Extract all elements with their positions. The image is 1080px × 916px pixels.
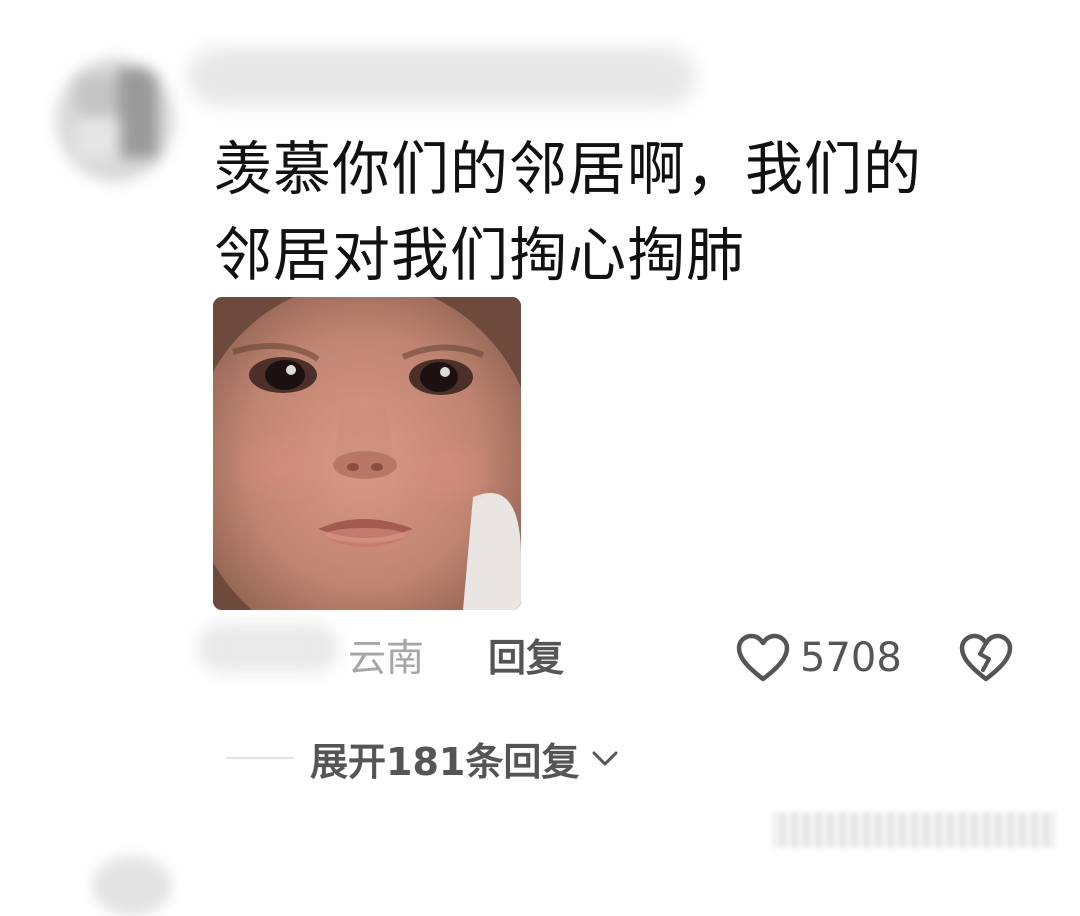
like-button[interactable]: 5708: [736, 628, 902, 688]
reply-username-blurred: [198, 624, 338, 672]
comment-text: 羡慕你们的邻居啊，我们的 邻居对我们掏心掏肺: [214, 126, 1034, 298]
heart-icon: [736, 633, 790, 682]
chevron-down-icon: [592, 751, 618, 766]
expand-divider-line: [226, 757, 294, 759]
like-count: 5708: [800, 635, 902, 681]
expand-replies-button[interactable]: 展开181条回复: [226, 728, 621, 788]
expand-replies-label: 展开181条回复: [310, 739, 580, 784]
watermark-blurred: [772, 812, 1056, 848]
location-label: 云南: [348, 636, 425, 680]
crying-baby-sticker[interactable]: [213, 297, 521, 610]
next-comment-avatar[interactable]: [92, 856, 172, 916]
crying-baby-face-image: [213, 297, 521, 610]
broken-heart-icon: [959, 633, 1013, 682]
comment-text-line2: 邻居对我们掏心掏肺: [214, 221, 746, 289]
reply-button[interactable]: 回复: [488, 634, 564, 682]
dislike-button[interactable]: [958, 630, 1014, 686]
comment-text-line1: 羡慕你们的邻居啊，我们的: [214, 135, 923, 203]
commenter-username-blurred[interactable]: [188, 48, 696, 106]
commenter-avatar[interactable]: [56, 58, 174, 182]
